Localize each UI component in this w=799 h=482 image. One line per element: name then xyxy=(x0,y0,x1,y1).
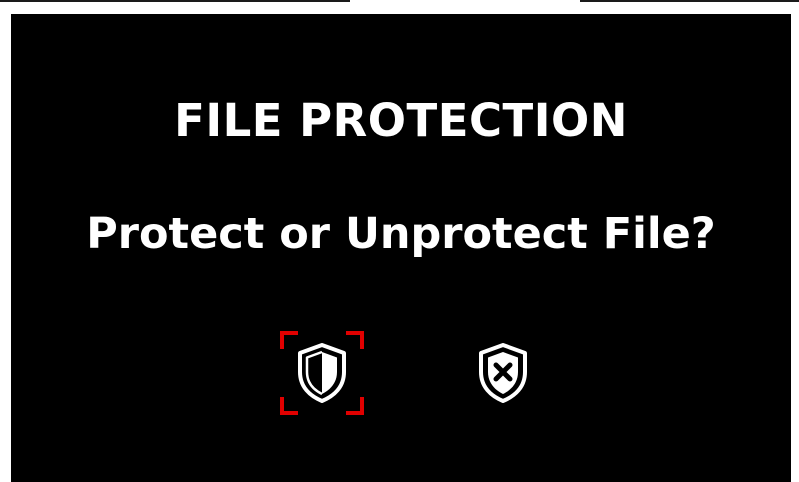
dialog-title: FILE PROTECTION xyxy=(174,94,628,147)
file-protection-dialog: FILE PROTECTION Protect or Unprotect Fil… xyxy=(11,14,791,482)
shield-x-icon xyxy=(479,343,527,403)
top-bar-divider-right xyxy=(580,0,799,2)
top-bar-divider-left xyxy=(0,0,350,2)
dialog-question: Protect or Unprotect File? xyxy=(86,209,716,259)
shield-half-icon xyxy=(298,343,346,403)
unprotect-option-button[interactable] xyxy=(461,331,545,415)
right-edge xyxy=(791,14,799,482)
protect-option-button[interactable] xyxy=(280,331,364,415)
screen: FILE PROTECTION Protect or Unprotect Fil… xyxy=(0,0,799,482)
top-bar xyxy=(0,0,799,14)
